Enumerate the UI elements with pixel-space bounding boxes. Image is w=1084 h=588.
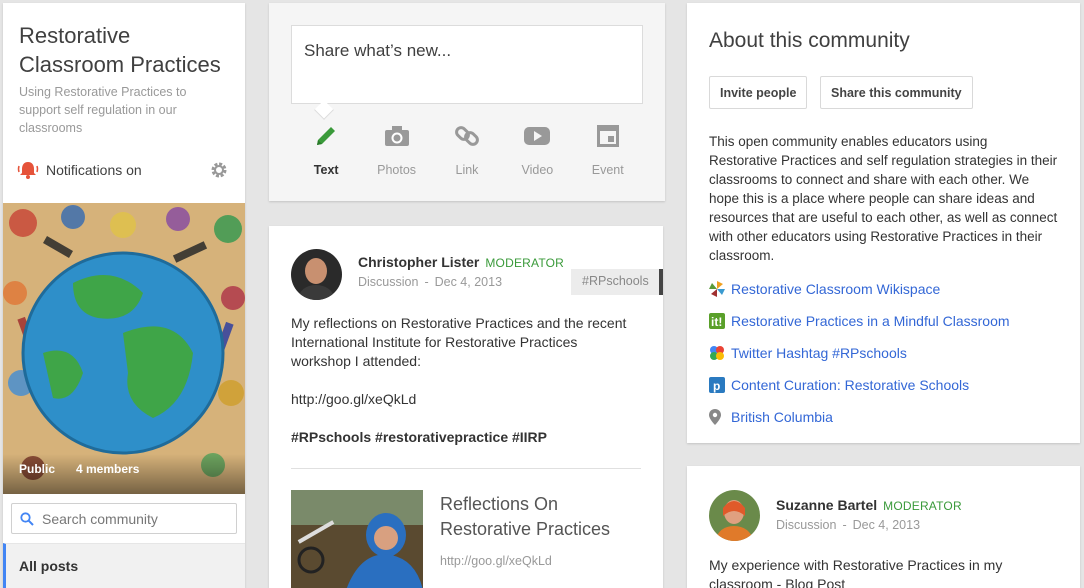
about-description: This open community enables educators us… [709, 134, 1058, 263]
community-title: Restorative Classroom Practices [19, 23, 221, 77]
post-card: Suzanne Bartel MODERATOR Discussion - Dec 4… [687, 466, 1080, 588]
about-link-twitter[interactable]: Twitter Hashtag #RPschools [709, 337, 1010, 369]
about-title: About this community [709, 29, 910, 52]
author-avatar[interactable] [709, 490, 760, 541]
share-option-photos-label: Photos [377, 163, 417, 177]
bell-icon [17, 162, 39, 179]
svg-text:it!: it! [711, 315, 722, 329]
invite-people-button[interactable]: Invite people [709, 76, 808, 109]
post-date[interactable]: Dec 4, 2013 [435, 275, 502, 289]
about-link-wikispace-label[interactable]: Restorative Classroom Wikispace [731, 281, 940, 297]
gear-icon[interactable] [210, 161, 228, 179]
post-author-name[interactable]: Suzanne Bartel [776, 497, 877, 513]
community-sidebar: Restorative Classroom Practices Using Re… [3, 3, 245, 588]
pinwheel-icon [709, 281, 725, 297]
post-meta: Discussion - Dec 4, 2013 [776, 518, 921, 532]
post-author[interactable]: Suzanne Bartel MODERATOR [776, 497, 962, 513]
author-avatar[interactable] [291, 249, 342, 300]
community-cover-image: Public 4 members [3, 203, 245, 494]
post-category[interactable]: Discussion [776, 518, 836, 532]
share-option-link[interactable]: Link [432, 121, 502, 177]
share-options: Text Photos Link Video Event [291, 121, 643, 177]
post-body: My reflections on Restorative Practices … [291, 314, 641, 466]
share-option-link-label: Link [455, 163, 479, 177]
share-option-event[interactable]: Event [573, 121, 643, 177]
link-preview-title[interactable]: Reflections On Restorative Practices [440, 492, 640, 542]
about-link-location[interactable]: British Columbia [709, 401, 1010, 433]
post-text: My experience with Restorative Practices… [709, 557, 1003, 588]
share-box: Share what’s new... Text Photos Link Vid… [269, 3, 665, 201]
nav-all-posts[interactable]: All posts [3, 543, 245, 588]
community-description: Using Restorative Practices to support s… [19, 85, 187, 135]
divider [291, 468, 641, 469]
post-date[interactable]: Dec 4, 2013 [853, 518, 920, 532]
about-link-mindful-label[interactable]: Restorative Practices in a Mindful Class… [731, 313, 1010, 329]
post-card: Christopher Lister MODERATOR Discussion - D… [269, 226, 663, 588]
share-option-photos[interactable]: Photos [361, 121, 431, 177]
about-link-curation[interactable]: p Content Curation: Restorative Schools [709, 369, 1010, 401]
it-icon: it! [709, 313, 725, 329]
event-icon [596, 125, 619, 147]
about-link-location-label[interactable]: British Columbia [731, 409, 833, 425]
post-text: My reflections on Restorative Practices … [291, 315, 627, 369]
notifications-toggle[interactable]: Notifications on [17, 159, 142, 181]
post-link-text[interactable]: http://goo.gl/xeQkLd [291, 390, 641, 409]
share-input[interactable]: Share what’s new... [291, 25, 643, 104]
post-category[interactable]: Discussion [358, 275, 418, 289]
post-hashtags[interactable]: #RPschools #restorativepractice #IIRP [291, 428, 641, 447]
svg-text:p: p [713, 379, 720, 393]
about-links: Restorative Classroom Wikispace it! Rest… [709, 273, 1010, 433]
location-pin-icon [709, 409, 721, 425]
privacy-label: Public [19, 462, 56, 476]
post-meta: Discussion - Dec 4, 2013 [358, 275, 503, 289]
link-preview-url[interactable]: http://goo.gl/xeQkLd [440, 554, 552, 568]
p-icon: p [709, 377, 725, 393]
share-option-video[interactable]: Video [502, 121, 572, 177]
notifications-label: Notifications on [46, 162, 142, 178]
share-option-video-label: Video [521, 163, 554, 177]
search-input[interactable] [42, 510, 222, 527]
share-option-text-label: Text [313, 163, 339, 177]
search-icon [20, 511, 34, 526]
camera-icon [384, 126, 409, 146]
link-icon [455, 126, 479, 146]
pencil-icon [317, 127, 336, 145]
video-icon [524, 127, 551, 145]
link-preview-thumbnail[interactable] [291, 490, 423, 588]
post-author-name[interactable]: Christopher Lister [358, 254, 479, 270]
about-link-curation-label[interactable]: Content Curation: Restorative Schools [731, 377, 969, 393]
community-search-box[interactable] [11, 503, 237, 534]
children-around-globe-illustration [3, 203, 245, 494]
moderator-badge: MODERATOR [883, 499, 962, 513]
share-option-event-label: Event [591, 163, 624, 177]
share-community-button[interactable]: Share this community [820, 76, 973, 109]
hashtag-badge[interactable]: #RPschools [571, 269, 663, 295]
about-link-wikispace[interactable]: Restorative Classroom Wikispace [709, 273, 1010, 305]
member-count[interactable]: 4 members [76, 462, 139, 476]
about-link-mindful[interactable]: it! Restorative Practices in a Mindful C… [709, 305, 1010, 337]
google-dots-icon [710, 346, 724, 360]
share-option-text[interactable]: Text [291, 121, 361, 177]
moderator-badge: MODERATOR [485, 256, 565, 270]
about-community-card: About this community Invite people Share… [687, 3, 1080, 443]
about-link-twitter-label[interactable]: Twitter Hashtag #RPschools [731, 345, 907, 361]
post-author[interactable]: Christopher Lister MODERATOR [358, 254, 564, 270]
